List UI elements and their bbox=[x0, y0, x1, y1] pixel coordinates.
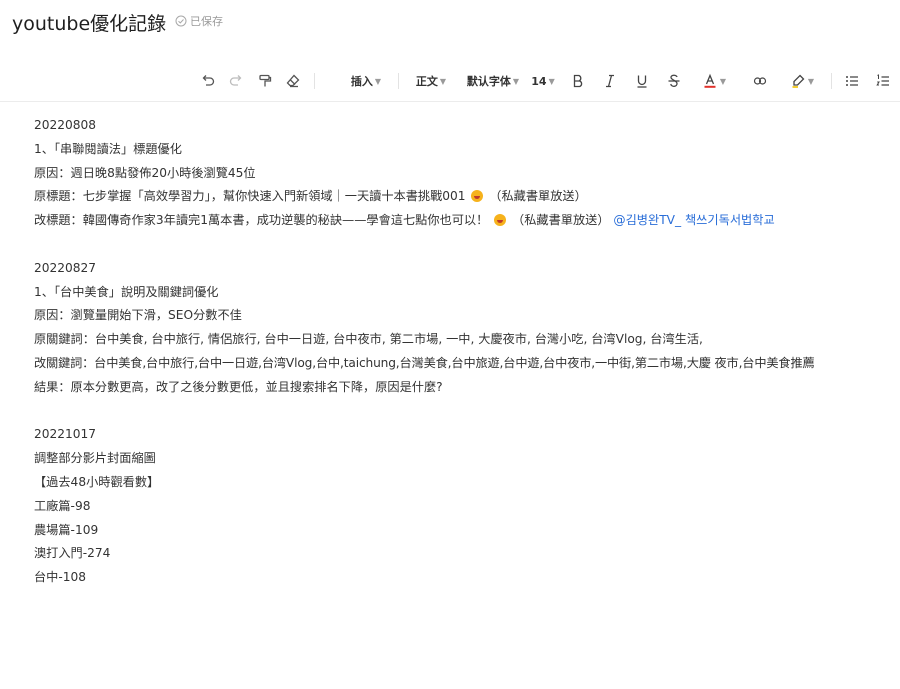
insert-label: 插入 bbox=[350, 75, 373, 88]
new-title-text: 改標題：韓國傳奇作家3年讀完1萬本書，成功逆襲的秘訣——學會這七點你也可以！ bbox=[34, 213, 489, 228]
caret-down-icon: ▼ bbox=[548, 76, 555, 86]
toolbar-separator bbox=[398, 73, 399, 89]
date-line: 20220827 bbox=[34, 260, 97, 275]
new-title-line: 改標題：韓國傳奇作家3年讀完1萬本書，成功逆襲的秘訣——學會這七點你也可以！ （… bbox=[34, 209, 894, 233]
editor-toolbar: 插入 ▼ 正文 ▼ 默认字体 ▼ 14 ▼ ▼ ▼ bbox=[0, 65, 900, 102]
clear-format-icon bbox=[286, 74, 300, 88]
underline-button[interactable] bbox=[632, 70, 652, 92]
date-line: 20221017 bbox=[34, 427, 97, 442]
bullet-list-button[interactable] bbox=[842, 70, 862, 92]
document-body[interactable]: 20220808 1、「串聯閱讀法」標題優化 原因：週日晚8點發佈20小時後瀏覽… bbox=[34, 114, 894, 590]
font-family-label: 默认字体 bbox=[466, 75, 511, 88]
insert-dropdown[interactable]: 插入 ▼ bbox=[345, 70, 387, 92]
font-color-button[interactable]: ▼ bbox=[696, 70, 732, 92]
redo-button[interactable] bbox=[226, 70, 246, 92]
saved-status: 已保存 bbox=[175, 13, 223, 29]
font-size-dropdown[interactable]: 14 ▼ bbox=[528, 70, 558, 92]
caret-down-icon: ▼ bbox=[807, 76, 815, 86]
list-item: 農場篇-109 bbox=[34, 522, 99, 537]
section-heading: 1、「串聯閱讀法」標題優化 bbox=[34, 141, 182, 156]
link-button[interactable] bbox=[749, 70, 771, 92]
italic-button[interactable] bbox=[600, 70, 620, 92]
list-item: 台中-108 bbox=[34, 570, 87, 585]
original-keywords-line: 原關鍵詞：台中美食, 台中旅行, 情侶旅行, 台中一日遊, 台中夜市, 第二市場… bbox=[34, 332, 703, 347]
strikethrough-icon bbox=[668, 74, 680, 87]
reason-line: 原因：瀏覽量開始下滑，SEO分數不佳 bbox=[34, 308, 242, 323]
link-icon bbox=[753, 77, 767, 85]
channel-mention-link[interactable]: @김병완TV_ 책쓰기독서법학교 bbox=[613, 213, 774, 227]
numbered-list-icon bbox=[876, 74, 889, 86]
paragraph-style-dropdown[interactable]: 正文 ▼ bbox=[410, 70, 452, 92]
italic-icon bbox=[606, 74, 614, 88]
new-keywords-line: 改關鍵詞：台中美食,台中旅行,台中一日遊,台湾Vlog,台中,taichung,… bbox=[34, 355, 815, 370]
original-title-line: 原標題：七步掌握「高效學習力」，幫你快速入門新領域｜一天讀十本書挑戰001 （私… bbox=[34, 185, 894, 209]
list-item: 澳打入門-274 bbox=[34, 546, 111, 561]
list-item: 工廠篇-98 bbox=[34, 498, 91, 513]
reason-line: 原因：週日晚8點發佈20小時後瀏覽45位 bbox=[34, 165, 256, 180]
saved-status-label: 已保存 bbox=[190, 15, 223, 28]
format-painter-icon bbox=[259, 74, 272, 87]
laughing-emoji-icon bbox=[494, 214, 507, 227]
undo-icon bbox=[202, 75, 215, 86]
toolbar-separator bbox=[831, 73, 832, 89]
bold-button[interactable] bbox=[568, 70, 588, 92]
date-line: 20220808 bbox=[34, 118, 97, 132]
title-bar: youtube優化記錄 已保存 bbox=[0, 0, 900, 50]
format-painter-button[interactable] bbox=[255, 70, 275, 92]
bold-icon bbox=[573, 74, 583, 88]
highlight-button[interactable]: ▼ bbox=[783, 70, 821, 92]
paragraph-style-label: 正文 bbox=[415, 75, 438, 88]
original-title-text: 原標題：七步掌握「高效學習力」，幫你快速入門新領域｜一天讀十本書挑戰001 bbox=[34, 189, 466, 204]
section-subheading: 【過去48小時觀看數】 bbox=[34, 474, 160, 489]
caret-down-icon: ▼ bbox=[719, 76, 727, 86]
section-heading: 調整部分影片封面縮圖 bbox=[34, 451, 156, 466]
strikethrough-button[interactable] bbox=[664, 70, 684, 92]
caret-down-icon: ▼ bbox=[512, 76, 520, 86]
clear-format-button[interactable] bbox=[283, 70, 303, 92]
bullet-list-icon bbox=[846, 76, 858, 86]
font-family-dropdown[interactable]: 默认字体 ▼ bbox=[461, 70, 525, 92]
font-color-icon bbox=[704, 73, 716, 88]
numbered-list-button[interactable] bbox=[873, 70, 893, 92]
toolbar-separator bbox=[314, 73, 315, 89]
laughing-emoji-icon bbox=[471, 190, 484, 203]
check-circle-icon bbox=[175, 15, 187, 27]
underline-icon bbox=[637, 75, 647, 88]
new-title-tail: （私藏書單放送） bbox=[512, 213, 610, 228]
section-heading: 1、「台中美食」說明及關鍵詞優化 bbox=[34, 284, 219, 299]
font-size-label: 14 bbox=[531, 74, 547, 88]
result-line: 結果：原本分數更高，改了之後分數更低，並且搜索排名下降，原因是什麼? bbox=[34, 379, 443, 394]
redo-icon bbox=[229, 75, 242, 86]
undo-button[interactable] bbox=[198, 70, 218, 92]
document-title[interactable]: youtube優化記錄 bbox=[12, 9, 166, 36]
highlight-icon bbox=[792, 74, 805, 88]
caret-down-icon: ▼ bbox=[374, 76, 382, 86]
caret-down-icon: ▼ bbox=[439, 76, 447, 86]
original-title-tail: （私藏書單放送） bbox=[489, 189, 587, 204]
